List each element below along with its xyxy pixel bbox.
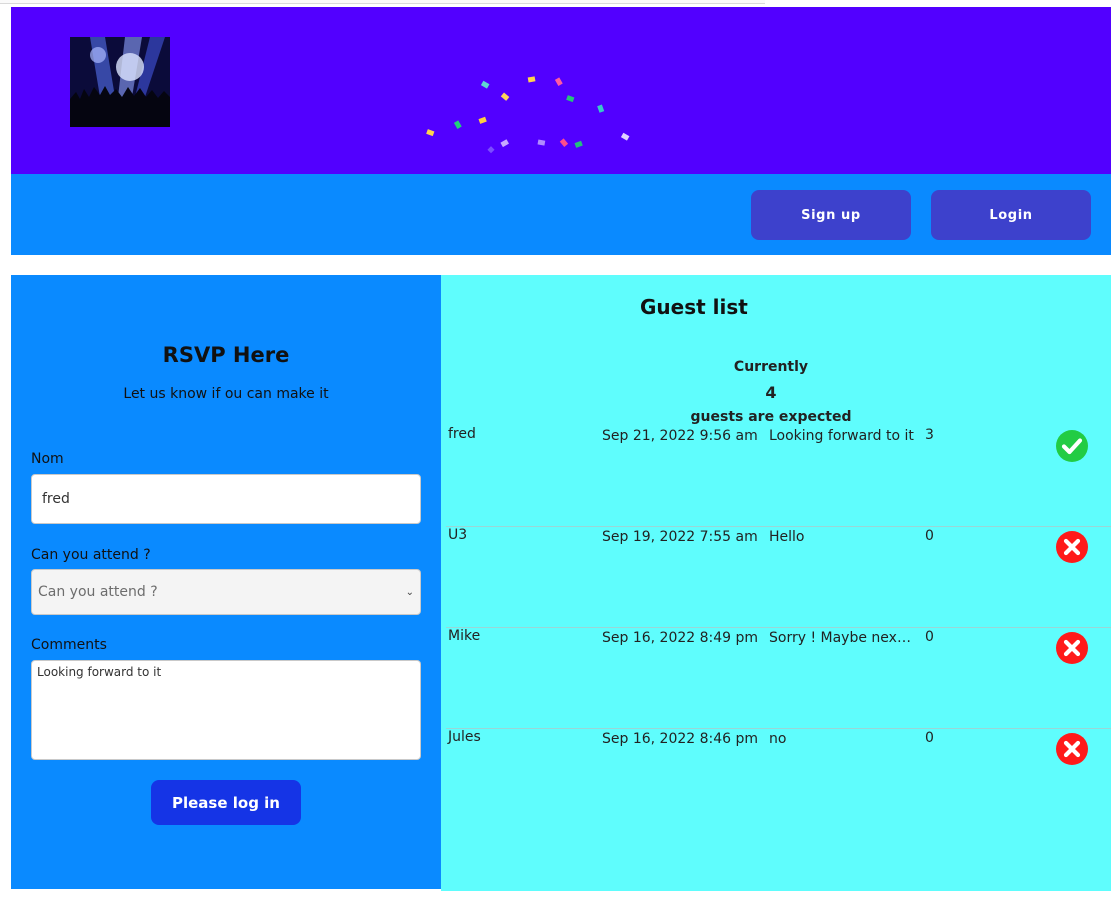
cross-icon <box>1056 733 1088 765</box>
guest-message: Sorry ! Maybe next time <box>769 630 914 646</box>
guest-row: fred Sep 21, 2022 9:56 am Looking forwar… <box>446 426 1111 527</box>
navigation-bar: Sign up Login <box>11 174 1111 255</box>
guest-number: 3 <box>925 427 934 443</box>
guest-row: Jules Sep 16, 2022 8:46 pm no 0 <box>446 729 1111 830</box>
guest-message: no <box>769 731 787 747</box>
guest-count-summary: Currently 4 guests are expected <box>666 355 876 430</box>
guest-date: Sep 16, 2022 8:46 pm <box>602 731 759 747</box>
attend-select-value: Can you attend ? <box>38 584 158 600</box>
comments-label: Comments <box>31 637 107 653</box>
header-banner <box>11 7 1111 174</box>
chevron-down-icon: ⌄ <box>405 586 414 598</box>
guest-message: Hello <box>769 529 805 545</box>
guest-name: fred <box>448 426 476 442</box>
name-field-value: fred <box>42 491 70 507</box>
guest-name: Jules <box>448 729 481 745</box>
guest-list-title: Guest list <box>640 295 748 319</box>
attend-label: Can you attend ? <box>31 547 151 563</box>
comments-textarea[interactable]: Looking forward to it <box>31 660 421 760</box>
guest-date: Sep 19, 2022 7:55 am <box>602 529 758 545</box>
sign-up-button[interactable]: Sign up <box>751 190 911 240</box>
browser-top-strip <box>0 0 765 4</box>
guest-message: Looking forward to it <box>769 428 914 444</box>
please-log-in-button[interactable]: Please log in <box>151 780 301 825</box>
guest-count: 4 <box>765 383 777 402</box>
attend-select[interactable]: Can you attend ? ⌄ <box>31 569 421 615</box>
check-icon <box>1056 430 1088 462</box>
guest-row: U3 Sep 19, 2022 7:55 am Hello 0 <box>446 527 1111 628</box>
cross-icon <box>1056 531 1088 563</box>
name-label: Nom <box>31 451 64 467</box>
guest-date: Sep 21, 2022 9:56 am <box>602 428 758 444</box>
confetti-decoration <box>426 76 630 154</box>
guest-name: Mike <box>448 628 481 644</box>
rsvp-panel: RSVP Here Let us know if ou can make it … <box>11 275 441 889</box>
guest-date: Sep 16, 2022 8:49 pm <box>602 630 759 646</box>
login-button[interactable]: Login <box>931 190 1091 240</box>
currently-label: Currently <box>733 359 809 375</box>
rsvp-title: RSVP Here <box>162 343 290 367</box>
guest-number: 0 <box>925 528 934 544</box>
guest-number: 0 <box>925 730 934 746</box>
guest-row: Mike Sep 16, 2022 8:49 pm Sorry ! Maybe … <box>446 628 1111 729</box>
guest-name: U3 <box>448 527 468 543</box>
rsvp-subtitle: Let us know if ou can make it <box>123 386 329 402</box>
name-field[interactable]: fred <box>31 474 421 524</box>
cross-icon <box>1056 632 1088 664</box>
guest-number: 0 <box>925 629 934 645</box>
guest-list-panel: Guest list Currently 4 guests are expect… <box>441 275 1111 891</box>
